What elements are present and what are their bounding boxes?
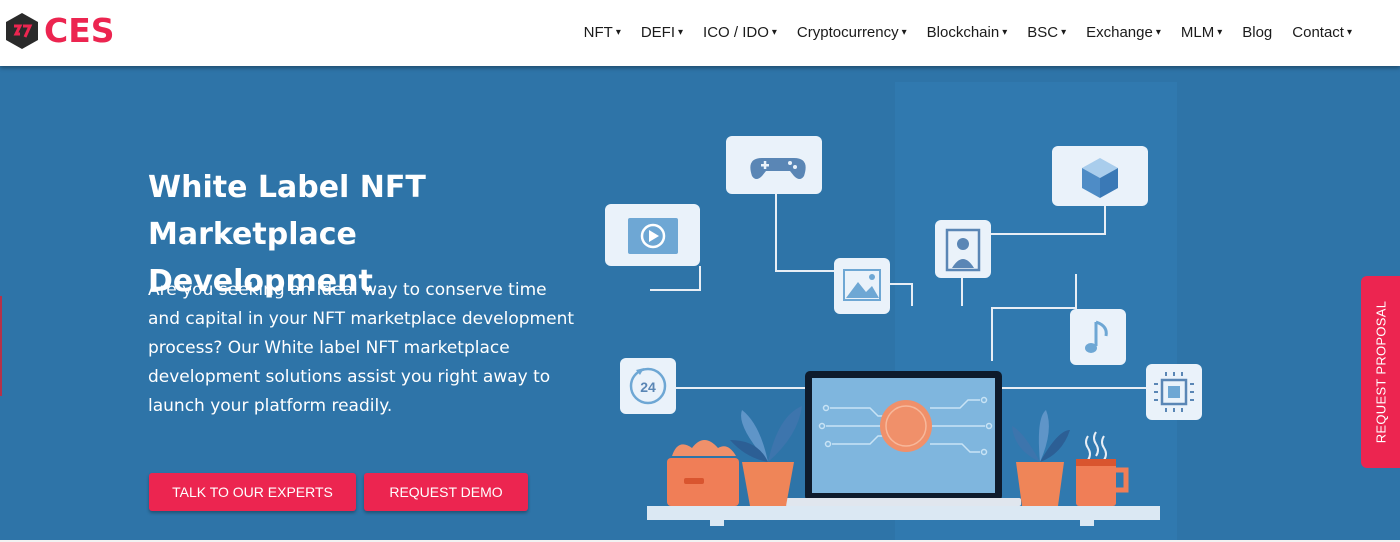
chevron-down-icon: ▾ xyxy=(678,26,684,38)
request-proposal-tab[interactable]: REQUEST PROPOSAL xyxy=(1361,276,1400,468)
logo-hexagon-icon xyxy=(6,13,38,49)
nav-item-label: Blog xyxy=(1242,23,1273,41)
nav-item-exchange[interactable]: Exchange ▾ xyxy=(1086,24,1161,41)
chevron-down-icon: ▾ xyxy=(1346,26,1352,38)
logo[interactable]: CES xyxy=(4,12,115,50)
clock-label: 24 xyxy=(640,379,656,395)
nav-item-label: ICO / IDO xyxy=(703,23,769,41)
nav-item-blockchain[interactable]: Blockchain ▾ xyxy=(927,24,1008,41)
request-demo-button[interactable]: REQUEST DEMO xyxy=(364,473,528,511)
chevron-down-icon: ▾ xyxy=(615,26,621,38)
chip-icon xyxy=(1146,364,1202,420)
gamepad-icon xyxy=(726,136,822,194)
edge-marker xyxy=(0,296,2,396)
chevron-down-icon: ▾ xyxy=(1155,26,1161,38)
video-play-icon xyxy=(605,204,700,266)
laptop xyxy=(785,371,1021,506)
chevron-down-icon: ▾ xyxy=(1217,26,1223,38)
image-icon xyxy=(834,258,890,314)
bitcoin-icon xyxy=(880,400,932,452)
nav-item-label: Contact xyxy=(1292,23,1344,41)
talk-to-experts-button[interactable]: TALK TO OUR EXPERTS xyxy=(149,473,356,511)
hero-description: Are you seeking an ideal way to conserve… xyxy=(148,280,575,416)
clock-24-icon: 24 xyxy=(620,358,676,414)
nav-item-label: MLM xyxy=(1180,23,1215,41)
main-nav: NFT ▾ DEFI ▾ ICO / IDO ▾ Cryptocurrency ▾ Blockc… xyxy=(564,18,1352,46)
site-header: CES NFT ▾ DEFI ▾ ICO / IDO ▾ Cryptocurrency ▾ Bl… xyxy=(0,0,1400,66)
chevron-down-icon: ▾ xyxy=(1002,26,1008,38)
nav-item-defi[interactable]: DEFI ▾ xyxy=(641,24,683,41)
nav-item-cryptocurrency[interactable]: Cryptocurrency ▾ xyxy=(797,24,907,41)
cube-icon xyxy=(1052,146,1148,206)
nav-item-label: NFT xyxy=(583,23,613,41)
wallet xyxy=(667,440,739,506)
nav-item-blog[interactable]: Blog xyxy=(1242,24,1272,41)
hero-illustration: 24 xyxy=(605,136,1202,526)
request-proposal-label: REQUEST PROPOSAL xyxy=(1373,300,1388,444)
brand-name: CES xyxy=(44,11,115,50)
chevron-down-icon: ▾ xyxy=(901,26,907,38)
chevron-down-icon: ▾ xyxy=(1061,26,1067,38)
nav-item-label: Exchange xyxy=(1086,23,1153,41)
shelf xyxy=(647,506,1160,520)
hero-section: White Label NFT Marketplace Development … xyxy=(0,66,1400,540)
nav-item-label: Cryptocurrency xyxy=(796,23,899,41)
nav-item-ico-ido[interactable]: ICO / IDO ▾ xyxy=(703,24,777,41)
nav-item-nft[interactable]: NFT ▾ xyxy=(584,24,621,41)
plant-pot-left xyxy=(730,406,802,506)
portrait-icon xyxy=(935,220,991,278)
chevron-down-icon: ▾ xyxy=(771,26,777,38)
nav-item-label: Blockchain xyxy=(926,23,1000,41)
nav-item-bsc[interactable]: BSC ▾ xyxy=(1027,24,1066,41)
nav-item-label: DEFI xyxy=(640,23,676,41)
nav-item-mlm[interactable]: MLM ▾ xyxy=(1181,24,1222,41)
music-note-icon xyxy=(1070,309,1126,365)
coffee-mug xyxy=(1076,431,1129,506)
nav-item-contact[interactable]: Contact ▾ xyxy=(1292,24,1352,41)
nav-item-label: BSC xyxy=(1027,23,1059,41)
plant-pot-right xyxy=(1012,410,1070,506)
